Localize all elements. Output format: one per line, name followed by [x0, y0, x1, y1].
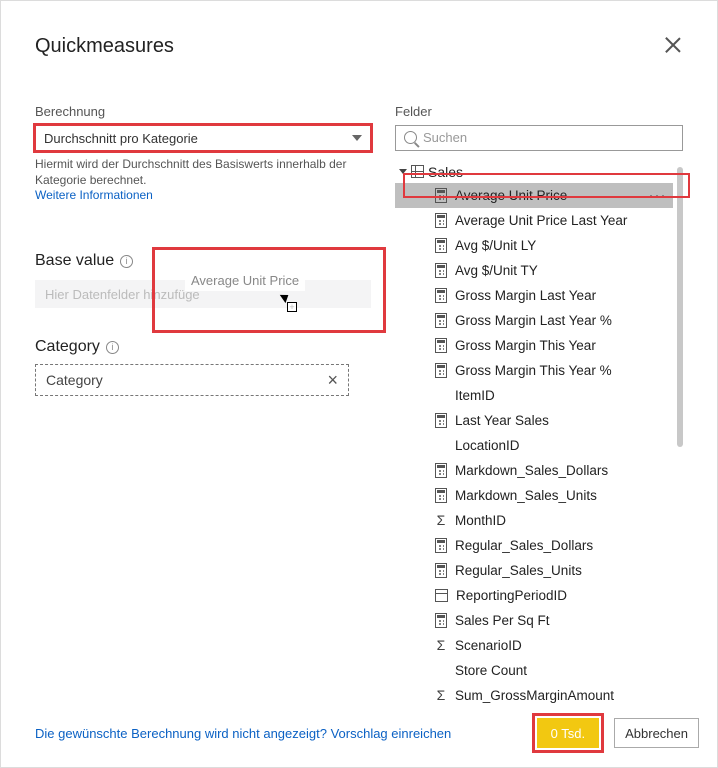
field-item-label: Sales Per Sq Ft: [455, 613, 550, 628]
search-icon: [404, 131, 417, 144]
calculator-icon: [435, 263, 447, 278]
calendar-icon: [435, 589, 448, 602]
field-item[interactable]: Store Count: [395, 658, 673, 683]
fields-label: Felder: [395, 104, 683, 119]
sigma-icon: Σ: [435, 637, 447, 653]
field-item[interactable]: Gross Margin This Year %: [395, 358, 673, 383]
field-item[interactable]: LocationID: [395, 433, 673, 458]
left-panel: Berechnung Durchschnitt pro Kategorie Hi…: [35, 104, 371, 716]
fields-tree[interactable]: SalesAverage Unit Price···Average Unit P…: [395, 161, 673, 716]
more-info-link[interactable]: Weitere Informationen: [35, 188, 371, 202]
base-value-dropzone[interactable]: Hier Datenfelder hinzufüge Average Unit …: [35, 280, 371, 308]
scrollbar-thumb[interactable]: [677, 167, 683, 447]
dialog-footer: Die gewünschte Berechnung wird nicht ang…: [35, 717, 699, 749]
field-item-label: ScenarioID: [455, 638, 522, 653]
field-item[interactable]: ItemID: [395, 383, 673, 408]
calculator-icon: [435, 338, 447, 353]
sigma-icon: Σ: [435, 512, 447, 528]
field-item-label: LocationID: [455, 438, 520, 453]
calculation-label: Berechnung: [35, 104, 371, 119]
search-input[interactable]: [423, 130, 674, 145]
field-item-label: Gross Margin This Year: [455, 338, 596, 353]
tree-root[interactable]: Sales: [395, 161, 673, 183]
field-item-label: Markdown_Sales_Dollars: [455, 463, 608, 478]
quickmeasures-dialog: Quickmeasures Berechnung Durchschnitt pr…: [0, 0, 718, 768]
field-item-label: Gross Margin Last Year: [455, 288, 596, 303]
sigma-icon: Σ: [435, 687, 447, 703]
field-item[interactable]: Regular_Sales_Units: [395, 558, 673, 583]
field-item-label: Sum_GrossMarginAmount: [455, 688, 614, 703]
calculator-icon: [435, 288, 447, 303]
field-item-label: MonthID: [455, 513, 506, 528]
calculator-icon: [435, 488, 447, 503]
field-item[interactable]: Σ Sum_GrossMarginAmount: [395, 683, 673, 708]
field-item[interactable]: Gross Margin This Year: [395, 333, 673, 358]
field-item-label: Avg $/Unit TY: [455, 263, 538, 278]
calculator-icon: [435, 413, 447, 428]
field-item[interactable]: Average Unit Price ···: [395, 183, 673, 208]
field-item-label: Avg $/Unit LY: [455, 238, 536, 253]
calculator-icon: [435, 613, 447, 628]
field-item-label: ReportingPeriodID: [456, 588, 567, 603]
calculator-icon: [435, 313, 447, 328]
fields-search[interactable]: [395, 125, 683, 151]
calculator-icon: [435, 463, 447, 478]
calculation-selected: Durchschnitt pro Kategorie: [44, 131, 198, 146]
field-item-label: Last Year Sales: [455, 413, 549, 428]
calculator-icon: [435, 238, 447, 253]
field-item[interactable]: Sales Per Sq Ft: [395, 608, 673, 633]
category-label: Category i: [35, 338, 371, 356]
calculator-icon: [435, 538, 447, 553]
category-value: Category: [46, 372, 103, 388]
chevron-down-icon: [352, 135, 362, 141]
info-icon[interactable]: i: [106, 341, 119, 354]
field-item[interactable]: Markdown_Sales_Units: [395, 483, 673, 508]
ok-highlight: 0 Tsd.: [532, 713, 604, 753]
calculation-dropdown[interactable]: Durchschnitt pro Kategorie: [35, 125, 371, 151]
field-item-label: Gross Margin This Year %: [455, 363, 612, 378]
field-item-label: Gross Margin Last Year %: [455, 313, 612, 328]
field-item[interactable]: Avg $/Unit TY: [395, 258, 673, 283]
table-icon: [411, 165, 424, 178]
field-item[interactable]: Avg $/Unit LY: [395, 233, 673, 258]
field-item-label: Average Unit Price Last Year: [455, 213, 627, 228]
category-field[interactable]: Category ×: [35, 364, 349, 396]
field-item-label: Average Unit Price: [455, 188, 567, 203]
fields-panel: Felder SalesAverage Unit Price···Average…: [395, 104, 683, 716]
calculation-description: Hiermit wird der Durchschnitt des Basisw…: [35, 157, 371, 188]
more-icon[interactable]: ···: [649, 188, 667, 202]
suggest-link[interactable]: Die gewünschte Berechnung wird nicht ang…: [35, 726, 451, 741]
calculator-icon: [435, 213, 447, 228]
drag-ghost: Average Unit Price: [185, 270, 305, 291]
field-item-label: ItemID: [455, 388, 495, 403]
tree-root-label: Sales: [428, 164, 463, 180]
field-item-label: Markdown_Sales_Units: [455, 488, 597, 503]
cancel-button[interactable]: Abbrechen: [614, 718, 699, 748]
field-item[interactable]: Average Unit Price Last Year: [395, 208, 673, 233]
field-item-label: Store Count: [455, 663, 527, 678]
field-item[interactable]: Last Year Sales: [395, 408, 673, 433]
cursor-plus-icon: +: [287, 302, 297, 312]
field-item-label: Regular_Sales_Units: [455, 563, 582, 578]
field-item-label: Regular_Sales_Dollars: [455, 538, 593, 553]
chevron-down-icon: [399, 169, 407, 174]
close-icon[interactable]: [663, 35, 683, 55]
info-icon[interactable]: i: [120, 255, 133, 268]
field-item[interactable]: Gross Margin Last Year %: [395, 308, 673, 333]
field-item[interactable]: Gross Margin Last Year: [395, 283, 673, 308]
scrollbar[interactable]: [673, 161, 683, 716]
ok-button[interactable]: 0 Tsd.: [537, 718, 599, 748]
dialog-title: Quickmeasures: [35, 35, 174, 58]
field-item[interactable]: Regular_Sales_Dollars: [395, 533, 673, 558]
calculator-icon: [435, 188, 447, 203]
field-item[interactable]: Σ ScenarioID: [395, 633, 673, 658]
field-item[interactable]: Markdown_Sales_Dollars: [395, 458, 673, 483]
field-item[interactable]: ReportingPeriodID: [395, 583, 673, 608]
field-item[interactable]: Σ MonthID: [395, 508, 673, 533]
drag-highlight: Average Unit Price +: [155, 250, 383, 330]
calculator-icon: [435, 563, 447, 578]
clear-icon[interactable]: ×: [327, 370, 338, 391]
calculator-icon: [435, 363, 447, 378]
